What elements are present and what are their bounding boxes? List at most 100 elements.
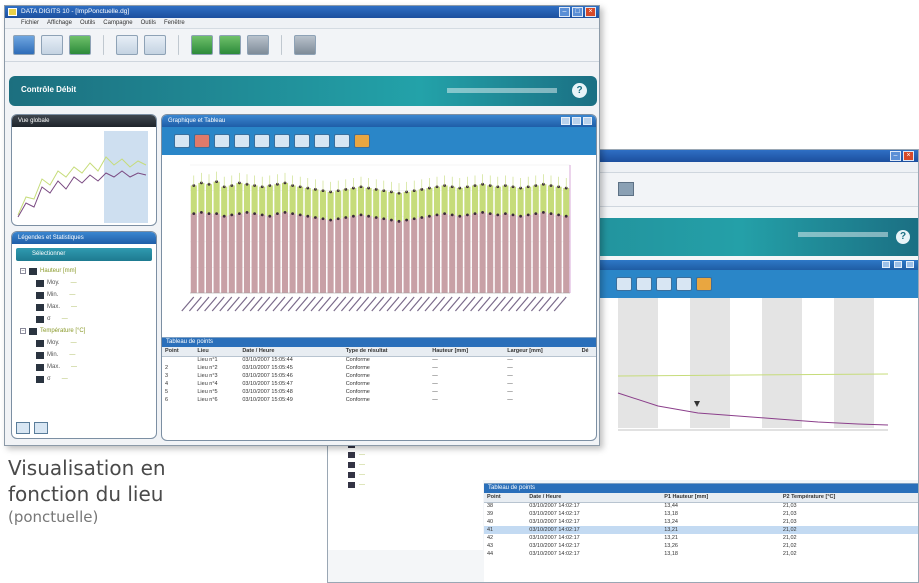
legend-stat[interactable]: σ — [20,313,156,325]
data-point[interactable] [283,210,287,214]
bar-upper[interactable] [350,188,357,217]
bar-lower[interactable] [502,213,509,293]
bar-upper[interactable] [304,188,311,217]
zoom-out-icon[interactable] [636,277,652,291]
bar-upper[interactable] [464,186,471,215]
pan-icon[interactable] [334,134,350,148]
legend-stat[interactable]: Min. — [20,289,156,301]
data-point[interactable] [481,210,484,214]
campaign-icon[interactable] [191,35,213,55]
bar-upper[interactable] [312,189,319,218]
zoom-reset-icon[interactable] [314,134,330,148]
data-point[interactable] [253,212,256,216]
column-header[interactable]: Type de résultat [342,347,430,357]
bar-lower[interactable] [350,216,357,293]
bar-upper[interactable] [563,188,570,217]
panel-min-button[interactable] [561,117,570,125]
bar-upper[interactable] [456,188,463,217]
legend-stat[interactable]: Max. — [20,361,156,373]
bar-upper[interactable] [540,184,547,213]
bar-upper[interactable] [380,190,387,219]
bar-upper[interactable] [426,188,433,217]
data-point[interactable] [397,219,401,223]
bar-upper[interactable] [532,185,539,214]
bar-upper[interactable] [487,185,494,214]
table-row[interactable]: 5 Lieu n°5 03/10/2007 15:05:48 Conforme — — [162,388,596,396]
table-row[interactable]: 6 Lieu n°6 03/10/2007 15:05:49 Conforme — — [162,396,596,404]
zoom-in-icon[interactable] [274,134,290,148]
bar-upper[interactable] [388,191,395,221]
bar-lower[interactable] [274,213,281,293]
panel-min-button[interactable] [882,261,890,268]
panel-max-button[interactable] [894,261,902,268]
bar-lower[interactable] [190,213,197,293]
bar-upper[interactable] [342,189,349,218]
data-point[interactable] [549,212,553,216]
data-point[interactable] [344,216,348,219]
bar-upper[interactable] [365,188,372,217]
data-point[interactable] [222,214,226,218]
data-point[interactable] [511,213,515,217]
bar-lower[interactable] [289,213,296,293]
bar-lower[interactable] [236,213,243,293]
bar-lower[interactable] [198,212,205,293]
bar-upper[interactable] [297,186,304,215]
bar-lower[interactable] [319,218,327,293]
table-row[interactable]: 44 03/10/2007 14:02:17 13,18 21,02 [484,550,918,558]
table-row[interactable]: 3 Lieu n°3 03/10/2007 15:05:46 Conforme — — [162,372,596,380]
legend-stat[interactable]: Moy. — [20,337,156,349]
data-point[interactable] [230,213,234,217]
data-point[interactable] [352,214,355,218]
bar-lower[interactable] [281,212,289,293]
bar-upper[interactable] [433,186,441,215]
bar-upper[interactable] [411,190,418,219]
bar-upper[interactable] [289,185,296,214]
data-point[interactable] [367,214,370,218]
data-point[interactable] [359,213,363,217]
table-row[interactable]: 42 03/10/2007 14:02:17 13,21 21,02 [484,534,918,542]
bar-upper[interactable] [509,186,517,215]
menu-item[interactable]: Outils [80,20,95,26]
legend-group[interactable]: – Température [°C] [20,325,156,337]
report-icon[interactable] [247,35,269,55]
panel-close-button[interactable] [906,261,914,268]
data-point[interactable] [534,212,538,216]
data-point[interactable] [557,213,560,217]
window-icon[interactable] [116,35,138,55]
data-point[interactable] [458,214,462,218]
data-point[interactable] [238,212,241,216]
device-icon[interactable] [294,35,316,55]
bar-lower[interactable] [433,214,441,293]
data-point[interactable] [306,214,310,218]
bar-lower[interactable] [487,213,494,293]
bar-lower[interactable] [335,218,342,293]
bar-chart-icon[interactable] [194,134,210,148]
bar-upper[interactable] [335,190,342,219]
bar-upper[interactable] [221,186,228,217]
print-icon[interactable] [618,182,634,196]
data-point[interactable] [428,214,431,218]
help-icon[interactable]: ? [896,230,910,244]
bar-lower[interactable] [441,213,448,293]
menu-item[interactable]: Affichage [47,20,72,26]
data-point[interactable] [504,212,507,216]
data-point[interactable] [473,212,477,216]
bar-lower[interactable] [304,216,311,293]
data-point[interactable] [450,213,454,217]
table-row[interactable]: 41 03/10/2007 14:02:17 13,21 21,02 [484,526,918,534]
zoom-in-icon[interactable] [616,277,632,291]
bar-upper[interactable] [502,185,509,214]
bar-lower[interactable] [327,220,334,293]
save-icon[interactable] [41,35,63,55]
table-row[interactable]: 43 03/10/2007 14:02:17 13,26 21,02 [484,542,918,550]
column-header[interactable]: Hauteur [mm] [429,347,505,357]
bar-upper[interactable] [418,189,425,218]
data-point[interactable] [420,216,424,219]
data-point[interactable] [542,210,545,214]
menu-item[interactable]: Fichier [21,20,39,26]
data-point[interactable] [466,213,469,217]
data-point[interactable] [488,212,492,216]
bar-upper[interactable] [274,184,281,214]
bar-upper[interactable] [525,186,532,215]
bar-upper[interactable] [259,186,266,215]
